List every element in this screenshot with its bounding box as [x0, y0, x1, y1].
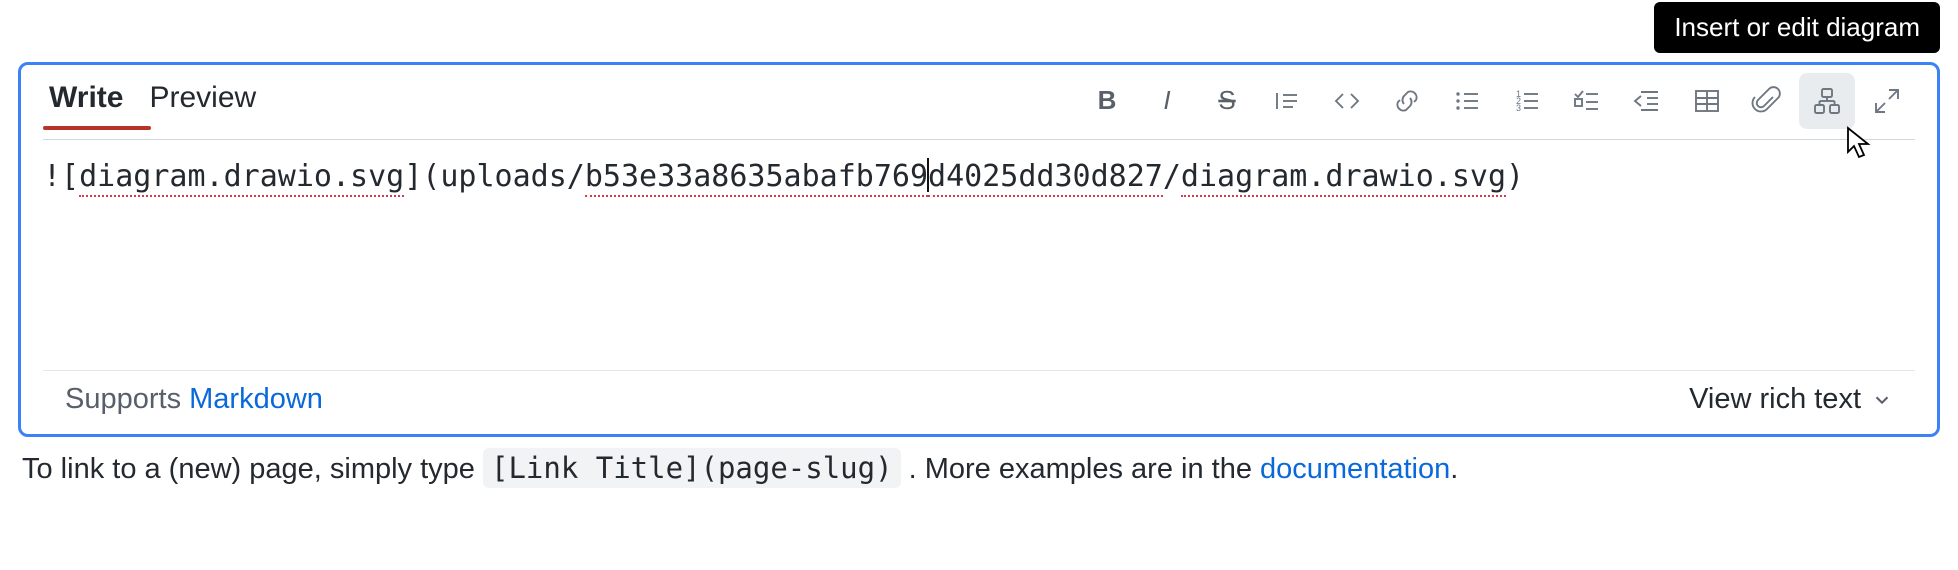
- editor-textarea[interactable]: ![diagram.drawio.svg](uploads/b53e33a863…: [21, 140, 1937, 370]
- supports-markdown: Supports Markdown: [65, 383, 323, 416]
- chevron-down-icon: [1871, 389, 1893, 411]
- bold-button[interactable]: B: [1079, 73, 1135, 129]
- md-text-spell: diagram.drawio.svg: [1181, 159, 1506, 197]
- tasklist-button[interactable]: [1559, 73, 1615, 129]
- md-text: ](uploads/: [404, 159, 585, 194]
- md-text: ![: [43, 159, 79, 194]
- bold-icon: B: [1091, 85, 1123, 117]
- ol-icon: 1 2 3: [1511, 85, 1543, 117]
- fullscreen-button[interactable]: [1859, 73, 1915, 129]
- link-button[interactable]: [1379, 73, 1435, 129]
- help-pre: To link to a (new) page, simply type: [22, 453, 483, 485]
- table-button[interactable]: [1679, 73, 1735, 129]
- markdown-link[interactable]: Markdown: [189, 383, 323, 415]
- md-text: ): [1506, 159, 1524, 194]
- editor-footer: Supports Markdown View rich text: [43, 370, 1915, 434]
- strike-icon: S: [1211, 85, 1243, 117]
- help-text: To link to a (new) page, simply type [Li…: [18, 451, 1940, 486]
- fullscreen-icon: [1871, 85, 1903, 117]
- editor-toolbar: Write Preview B I S: [21, 65, 1937, 129]
- supports-label: Supports: [65, 383, 189, 415]
- view-rich-text[interactable]: View rich text: [1689, 383, 1893, 416]
- diagram-button[interactable]: [1799, 73, 1855, 129]
- tab-write[interactable]: Write: [43, 75, 129, 127]
- diagram-icon: [1811, 85, 1843, 117]
- italic-icon: I: [1151, 85, 1183, 117]
- md-text: /: [1163, 159, 1181, 194]
- svg-text:I: I: [1163, 85, 1170, 115]
- quote-button[interactable]: [1259, 73, 1315, 129]
- strike-button[interactable]: S: [1199, 73, 1255, 129]
- svg-text:B: B: [1098, 85, 1117, 115]
- outdent-button[interactable]: [1619, 73, 1675, 129]
- svg-text:S: S: [1218, 85, 1235, 115]
- attach-button[interactable]: [1739, 73, 1795, 129]
- editor-tabs: Write Preview: [43, 75, 262, 127]
- markdown-editor: Write Preview B I S: [18, 62, 1940, 437]
- quote-icon: [1271, 85, 1303, 117]
- ul-icon: [1451, 85, 1483, 117]
- code-icon: [1331, 85, 1363, 117]
- rich-text-label: View rich text: [1689, 383, 1861, 416]
- italic-button[interactable]: I: [1139, 73, 1195, 129]
- tooltip-diagram: Insert or edit diagram: [1654, 2, 1940, 53]
- code-button[interactable]: [1319, 73, 1375, 129]
- documentation-link[interactable]: documentation: [1260, 453, 1450, 485]
- help-code: [Link Title](page-slug): [483, 448, 901, 488]
- tab-preview[interactable]: Preview: [143, 75, 262, 127]
- outdent-icon: [1631, 85, 1663, 117]
- help-period: .: [1450, 453, 1458, 485]
- attach-icon: [1751, 85, 1783, 117]
- tasklist-icon: [1571, 85, 1603, 117]
- link-icon: [1391, 85, 1423, 117]
- md-text-spell: d4025dd30d827: [928, 159, 1163, 197]
- format-tools: B I S: [1079, 73, 1915, 129]
- active-tab-indicator: [43, 126, 151, 130]
- help-post: . More examples are in the: [909, 453, 1260, 485]
- ul-button[interactable]: [1439, 73, 1495, 129]
- svg-text:3: 3: [1516, 103, 1521, 113]
- md-text-spell: diagram.drawio.svg: [79, 159, 404, 197]
- markdown-content[interactable]: ![diagram.drawio.svg](uploads/b53e33a863…: [43, 159, 1524, 194]
- ol-button[interactable]: 1 2 3: [1499, 73, 1555, 129]
- table-icon: [1691, 85, 1723, 117]
- md-text-spell: b53e33a8635abafb769: [585, 159, 928, 197]
